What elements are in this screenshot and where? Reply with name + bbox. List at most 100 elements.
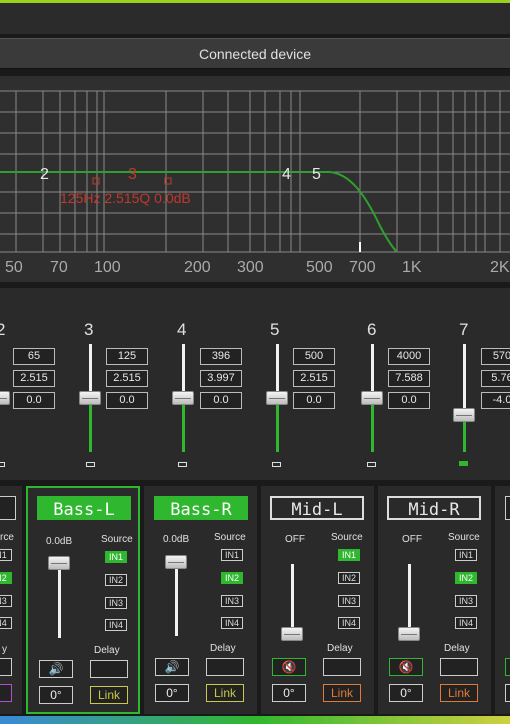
channel-volume-slider-track[interactable] bbox=[58, 558, 61, 638]
band-gain-field[interactable]: 0.0 bbox=[200, 392, 242, 409]
band-slider-track[interactable] bbox=[182, 344, 185, 398]
channel-panel-bass-r[interactable]: Bass-R 0.0dB Source IN1 IN2 IN3 IN4 Dela… bbox=[144, 486, 257, 714]
speaker-mute-icon[interactable] bbox=[505, 658, 510, 676]
band-q-field[interactable]: 3.997 bbox=[200, 370, 242, 387]
channel-panel-mid-l[interactable]: Mid-L OFF Source IN1 IN2 IN3 IN4 Delay 🔇… bbox=[261, 486, 374, 714]
input-button[interactable]: IN4 bbox=[105, 619, 127, 631]
channel-volume-slider-track[interactable] bbox=[408, 564, 411, 634]
channel-panel-bass-l[interactable]: Bass-L 0.0dB Source IN1 IN2 IN3 IN4 Dela… bbox=[26, 486, 140, 714]
channel-volume-slider-thumb[interactable] bbox=[281, 627, 303, 641]
band-q-field[interactable]: 2.515 bbox=[13, 370, 55, 387]
band-slider-track[interactable] bbox=[463, 344, 466, 408]
band-gain-slider-thumb[interactable] bbox=[266, 391, 288, 405]
band-gain-slider-thumb[interactable] bbox=[453, 408, 475, 422]
channel-name-button[interactable]: Bass-L bbox=[37, 496, 131, 520]
input-button[interactable]: IN1 bbox=[338, 549, 360, 561]
band-gain-field[interactable]: 0.0 bbox=[13, 392, 55, 409]
graph-point-label[interactable]: 2 bbox=[40, 166, 49, 183]
delay-field[interactable] bbox=[323, 658, 361, 676]
band-freq-field[interactable]: 570 bbox=[481, 348, 510, 365]
band-freq-field[interactable]: 125 bbox=[106, 348, 148, 365]
input-button[interactable]: IN2 bbox=[221, 572, 243, 584]
channel-name-button[interactable]: Mid-R bbox=[387, 496, 481, 520]
input-button[interactable]: IN1 bbox=[105, 551, 127, 563]
channel-name-button[interactable] bbox=[505, 496, 510, 520]
input-button[interactable]: IN2 bbox=[455, 572, 477, 584]
phase-button[interactable] bbox=[505, 684, 510, 702]
band-q-field[interactable]: 2.515 bbox=[106, 370, 148, 387]
delay-field[interactable] bbox=[0, 658, 12, 676]
input-button[interactable]: N4 bbox=[0, 617, 12, 629]
input-button[interactable]: IN4 bbox=[455, 617, 477, 629]
graph-point-label[interactable]: 5 bbox=[312, 166, 321, 183]
delay-label: Delay bbox=[94, 645, 120, 656]
band-q-field[interactable]: 7.588 bbox=[388, 370, 430, 387]
band-enable-toggle[interactable] bbox=[86, 462, 95, 467]
band-freq-field[interactable]: 4000 bbox=[388, 348, 430, 365]
link-button[interactable]: Link bbox=[323, 684, 361, 702]
speaker-mute-icon[interactable]: 🔇 bbox=[389, 658, 423, 676]
input-button[interactable]: IN1 bbox=[221, 549, 243, 561]
input-button[interactable]: IN3 bbox=[455, 595, 477, 607]
channel-name-button[interactable]: Mid-L bbox=[270, 496, 364, 520]
band-freq-field[interactable]: 500 bbox=[293, 348, 335, 365]
phase-button[interactable]: 0° bbox=[155, 684, 189, 702]
band-slider-track[interactable] bbox=[89, 344, 92, 398]
speaker-mute-icon[interactable]: 🔇 bbox=[272, 658, 306, 676]
graph-point-marker[interactable] bbox=[92, 177, 100, 185]
channel-volume-slider-thumb[interactable] bbox=[165, 555, 187, 569]
input-button[interactable]: N1 bbox=[0, 549, 12, 561]
band-gain-slider-thumb[interactable] bbox=[79, 391, 101, 405]
band-q-field[interactable]: 5.76 bbox=[481, 370, 510, 387]
graph-point-label[interactable]: 3 bbox=[128, 166, 137, 183]
band-gain-field[interactable]: 0.0 bbox=[106, 392, 148, 409]
delay-field[interactable] bbox=[90, 660, 128, 678]
band-slider-track[interactable] bbox=[276, 344, 279, 398]
link-button[interactable]: Link bbox=[440, 684, 478, 702]
phase-button[interactable]: 0° bbox=[389, 684, 423, 702]
band-enable-toggle[interactable] bbox=[367, 462, 376, 467]
input-button[interactable]: IN4 bbox=[338, 617, 360, 629]
band-enable-toggle[interactable] bbox=[0, 462, 5, 467]
band-gain-field[interactable]: 0.0 bbox=[293, 392, 335, 409]
channel-volume-slider-thumb[interactable] bbox=[398, 627, 420, 641]
speaker-icon[interactable]: 🔊 bbox=[39, 660, 73, 678]
device-bar[interactable]: Connected device bbox=[0, 38, 510, 69]
band-gain-slider-thumb[interactable] bbox=[0, 391, 10, 405]
band-enable-toggle[interactable] bbox=[272, 462, 281, 467]
channel-volume-slider-track[interactable] bbox=[291, 564, 294, 634]
link-button[interactable]: Link bbox=[206, 684, 244, 702]
input-button[interactable]: IN2 bbox=[105, 574, 127, 586]
band-enable-toggle[interactable] bbox=[459, 461, 468, 466]
delay-field[interactable] bbox=[206, 658, 244, 676]
band-freq-field[interactable]: 65 bbox=[13, 348, 55, 365]
input-button[interactable]: IN1 bbox=[455, 549, 477, 561]
speaker-icon[interactable]: 🔊 bbox=[155, 658, 189, 676]
eq-response-graph[interactable]: 2 3 4 5 125Hz 2.515Q 0.0dB 50 70 100 200… bbox=[0, 76, 510, 282]
input-button[interactable]: N3 bbox=[0, 595, 12, 607]
input-button[interactable]: IN3 bbox=[105, 597, 127, 609]
input-button[interactable]: IN3 bbox=[221, 595, 243, 607]
band-freq-field[interactable]: 396 bbox=[200, 348, 242, 365]
phase-button[interactable]: 0° bbox=[39, 686, 73, 704]
input-button[interactable]: IN3 bbox=[338, 595, 360, 607]
channel-panel-mid-r[interactable]: Mid-R OFF Source IN1 IN2 IN3 IN4 Delay 🔇… bbox=[378, 486, 491, 714]
channel-name-button[interactable] bbox=[0, 496, 16, 520]
band-gain-field[interactable]: -4.0 bbox=[481, 392, 510, 409]
band-slider-track[interactable] bbox=[371, 344, 374, 398]
band-q-field[interactable]: 2.515 bbox=[293, 370, 335, 387]
link-button[interactable] bbox=[0, 684, 12, 702]
input-button[interactable]: N2 bbox=[0, 572, 12, 584]
band-gain-slider-thumb[interactable] bbox=[172, 391, 194, 405]
input-button[interactable]: IN2 bbox=[338, 572, 360, 584]
band-gain-field[interactable]: 0.0 bbox=[388, 392, 430, 409]
channel-name-button[interactable]: Bass-R bbox=[154, 496, 248, 520]
band-enable-toggle[interactable] bbox=[178, 462, 187, 467]
graph-point-label[interactable]: 4 bbox=[282, 166, 291, 183]
phase-button[interactable]: 0° bbox=[272, 684, 306, 702]
delay-field[interactable] bbox=[440, 658, 478, 676]
channel-volume-slider-thumb[interactable] bbox=[48, 556, 70, 570]
input-button[interactable]: IN4 bbox=[221, 617, 243, 629]
link-button[interactable]: Link bbox=[90, 686, 128, 704]
band-gain-slider-thumb[interactable] bbox=[361, 391, 383, 405]
